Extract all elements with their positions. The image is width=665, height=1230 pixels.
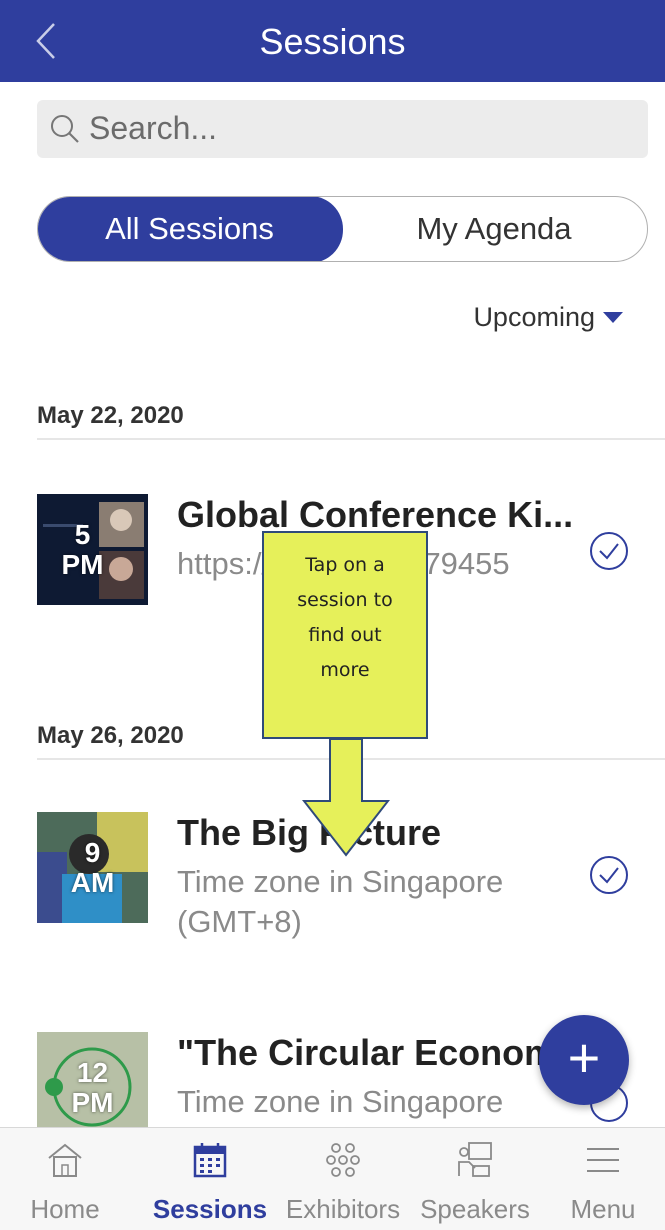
- session-time: 5 PM: [61, 519, 104, 580]
- nav-menu[interactable]: Menu: [538, 1128, 665, 1230]
- session-thumbnail: 5 PM: [37, 494, 148, 605]
- date-header: May 26, 2020: [37, 722, 184, 749]
- app-header: Sessions: [0, 0, 665, 82]
- session-subtitle: Time zone in Singapore (GMT+8): [177, 864, 504, 939]
- down-arrow-icon: [302, 739, 390, 857]
- upcoming-label: Upcoming: [473, 302, 595, 332]
- tab-my-agenda[interactable]: My Agenda: [341, 197, 647, 261]
- date-header: May 22, 2020: [37, 402, 184, 429]
- bottom-nav: Home Sessions Exhibitors Speakers Menu: [0, 1127, 665, 1230]
- nav-sessions[interactable]: Sessions: [145, 1128, 275, 1230]
- people-group-icon: [326, 1143, 360, 1177]
- session-filter-segment: All Sessions My Agenda: [37, 196, 648, 262]
- upcoming-dropdown[interactable]: Upcoming: [473, 302, 623, 333]
- calendar-icon: [193, 1143, 227, 1178]
- search-input[interactable]: Search...: [37, 100, 648, 158]
- nav-speakers[interactable]: Speakers: [410, 1128, 540, 1230]
- session-time: 9 AM: [70, 837, 115, 898]
- check-circle-icon[interactable]: [588, 854, 630, 896]
- home-icon: [48, 1143, 82, 1177]
- nav-home[interactable]: Home: [0, 1128, 130, 1230]
- page-title: Sessions: [259, 21, 406, 62]
- session-title: "The Circular Econom: [177, 1032, 557, 1073]
- nav-exhibitors[interactable]: Exhibitors: [278, 1128, 408, 1230]
- search-placeholder: Search...: [89, 110, 218, 146]
- session-title: Global Conference Ki...: [177, 494, 574, 535]
- session-time: 12 PM: [71, 1057, 114, 1118]
- speaker-podium-icon: [458, 1142, 492, 1177]
- tab-all-sessions[interactable]: All Sessions: [38, 197, 343, 261]
- divider: [37, 438, 665, 440]
- check-circle-icon[interactable]: [588, 530, 630, 572]
- session-subtitle: Time zone in Singapore (GMT+8): [177, 1084, 504, 1127]
- search-icon: [51, 115, 79, 143]
- session-thumbnail: 12 PM: [37, 1032, 148, 1127]
- caret-down-icon: [603, 311, 623, 323]
- session-thumbnail: 9 AM: [37, 812, 148, 923]
- menu-icon: [587, 1148, 619, 1172]
- tooltip-callout: Tap on a session to find out more: [262, 531, 428, 739]
- add-fab-button[interactable]: +: [539, 1015, 629, 1105]
